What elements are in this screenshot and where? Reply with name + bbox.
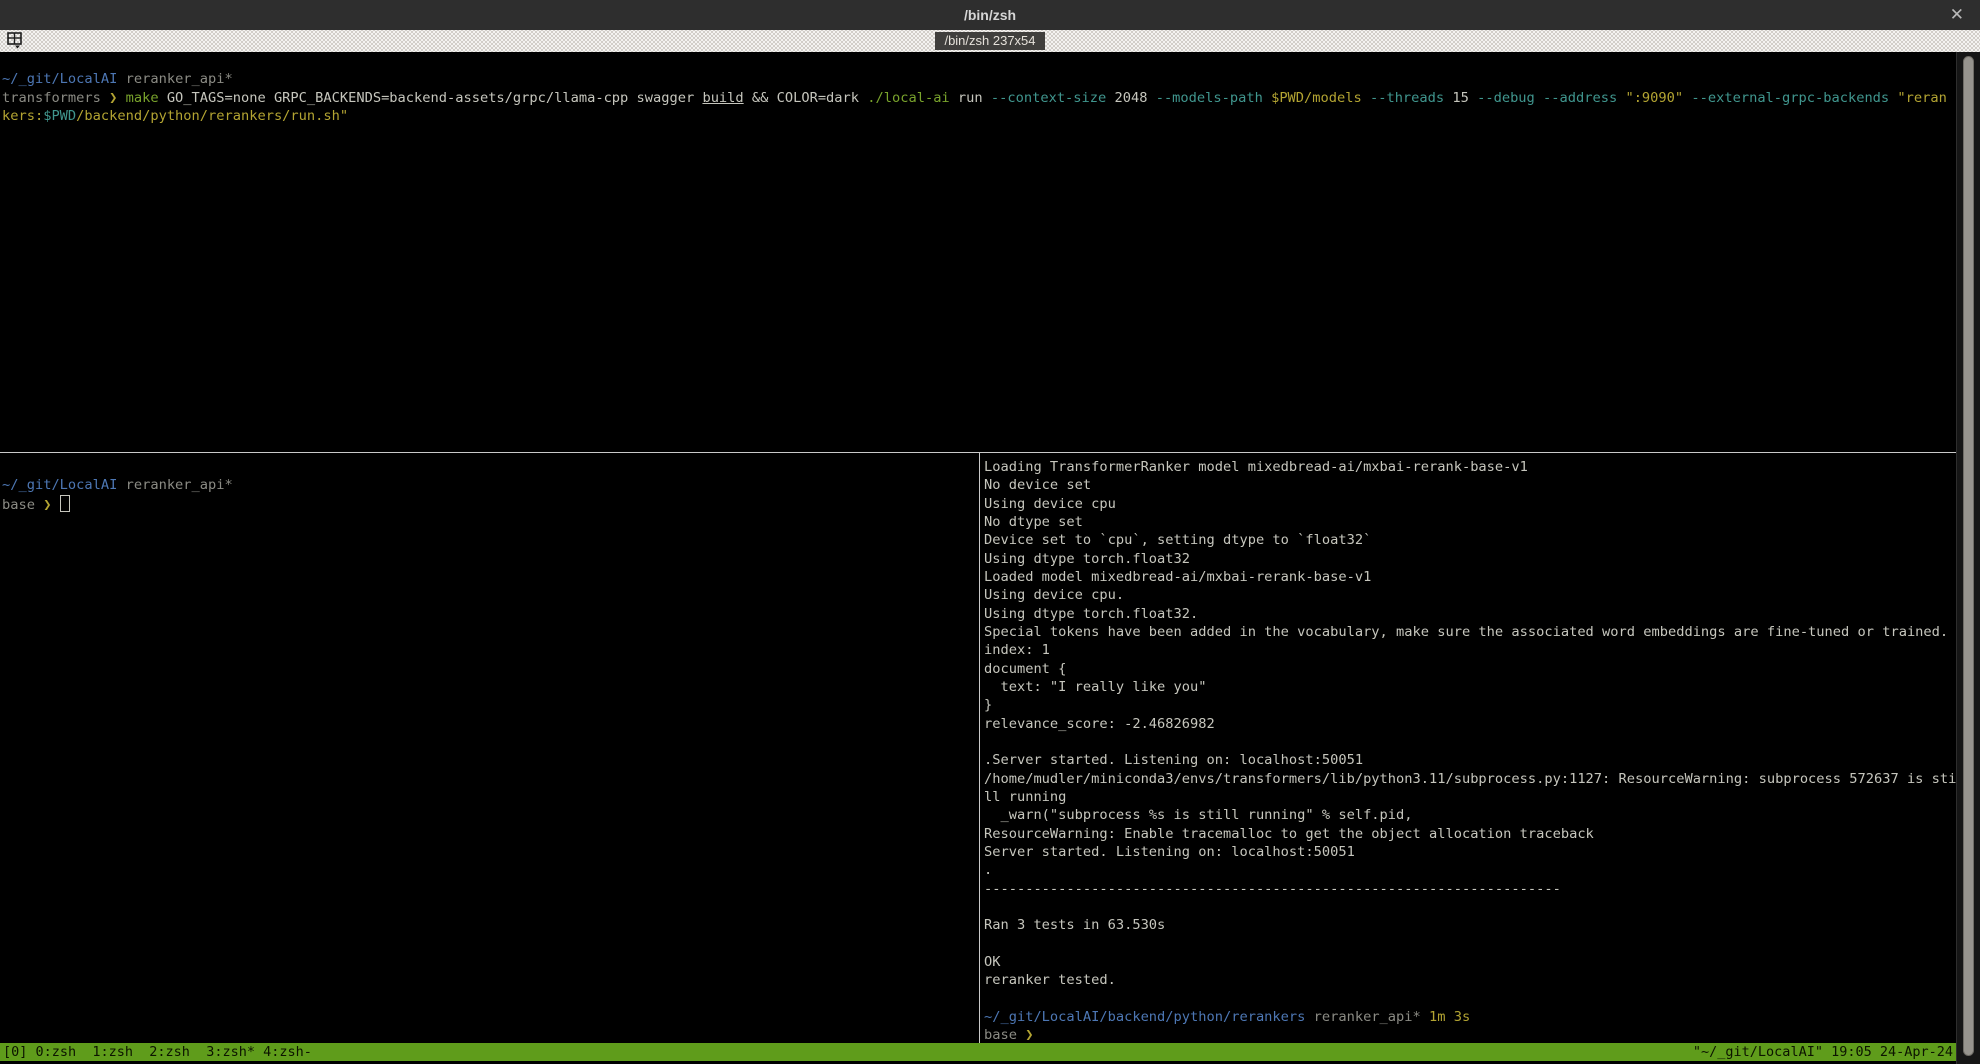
terminal-line: Using dtype torch.float32. [984, 605, 1956, 623]
terminal-line [2, 52, 1955, 70]
text-cursor [60, 495, 70, 512]
status-session-info: "~/_git/LocalAI" 19:05 24-Apr-24 [1693, 1043, 1953, 1061]
close-icon[interactable]: ✕ [1950, 0, 1964, 30]
terminal-line: relevance_score: -2.46826982 [984, 715, 1956, 733]
terminal-line: . [984, 861, 1956, 879]
terminal-line: Using device cpu. [984, 586, 1956, 604]
terminal-line [2, 458, 966, 476]
scrollbar[interactable] [1956, 52, 1980, 1064]
terminal-window: /bin/zsh ✕ /bin/zsh 237x54 ~/_git/LocalA… [0, 0, 1980, 1064]
terminal-line: /home/mudler/miniconda3/envs/transformer… [984, 770, 1956, 807]
terminal-line: Using dtype torch.float32 [984, 550, 1956, 568]
terminal-line: ~/_git/LocalAI reranker_api* [2, 476, 966, 494]
terminal-line [984, 733, 1956, 751]
pane-border-horizontal[interactable] [0, 452, 1956, 453]
window-menu-icon[interactable] [7, 32, 25, 53]
terminal-line: Loaded model mixedbread-ai/mxbai-rerank-… [984, 568, 1956, 586]
terminal-line: Device set to `cpu`, setting dtype to `f… [984, 531, 1956, 549]
terminal-line: reranker tested. [984, 971, 1956, 989]
status-window-list[interactable]: [0] 0:zsh 1:zsh 2:zsh 3:zsh* 4:zsh- [3, 1043, 312, 1061]
terminal-line: } [984, 696, 1956, 714]
window-titlebar[interactable]: /bin/zsh ✕ [0, 0, 1980, 30]
pane-top[interactable]: ~/_git/LocalAI reranker_api*transformers… [2, 52, 1955, 451]
terminal-line: ~/_git/LocalAI/backend/python/rerankers … [984, 1008, 1956, 1026]
terminal-line [984, 935, 1956, 953]
terminal-line: ~/_git/LocalAI reranker_api* [2, 70, 1955, 88]
terminal-line: .Server started. Listening on: localhost… [984, 751, 1956, 769]
terminal-size-badge: /bin/zsh 237x54 [935, 32, 1044, 50]
terminal-line: Ran 3 tests in 63.530s [984, 916, 1956, 934]
terminal-line: OK [984, 953, 1956, 971]
terminal-line: ResourceWarning: Enable tracemalloc to g… [984, 825, 1956, 843]
terminal-line: Special tokens have been added in the vo… [984, 623, 1956, 641]
terminal-line: base ❯ [2, 495, 966, 514]
pane-bottom-left[interactable]: ~/_git/LocalAI reranker_api*base ❯ [2, 458, 966, 1041]
pane-bottom-right[interactable]: Loading TransformerRanker model mixedbre… [984, 458, 1956, 1041]
terminal-line: Using device cpu [984, 495, 1956, 513]
terminal-line: transformers ❯ make GO_TAGS=none GRPC_BA… [2, 89, 1955, 126]
pane-border-vertical[interactable] [979, 453, 980, 1043]
terminal-line: No dtype set [984, 513, 1956, 531]
terminal-line [984, 990, 1956, 1008]
terminal-line: No device set [984, 476, 1956, 494]
tmux-terminal: ~/_git/LocalAI reranker_api*transformers… [0, 52, 1956, 1064]
terminal-line: text: "I really like you" [984, 678, 1956, 696]
terminal-line: ----------------------------------------… [984, 880, 1956, 898]
terminal-line: _warn("subprocess %s is still running" %… [984, 806, 1956, 824]
terminal-line: index: 1 [984, 641, 1956, 659]
tmux-status-bar: [0] 0:zsh 1:zsh 2:zsh 3:zsh* 4:zsh- "~/_… [0, 1043, 1956, 1061]
terminal-line: Server started. Listening on: localhost:… [984, 843, 1956, 861]
terminal-line [984, 898, 1956, 916]
terminal-line: document { [984, 660, 1956, 678]
size-bar: /bin/zsh 237x54 [0, 30, 1980, 53]
terminal-line: base ❯ [984, 1026, 1956, 1041]
window-title: /bin/zsh [964, 7, 1016, 23]
terminal-line: Loading TransformerRanker model mixedbre… [984, 458, 1956, 476]
scrollbar-thumb[interactable] [1963, 56, 1974, 1056]
